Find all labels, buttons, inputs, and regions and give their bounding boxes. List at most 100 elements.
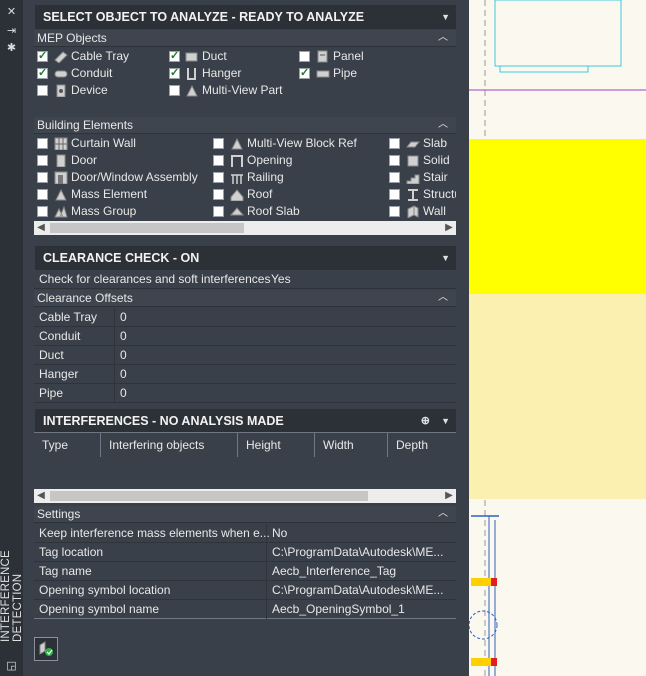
chevron-up-icon[interactable]: ︿ [438, 290, 448, 306]
checkbox-duct[interactable] [169, 49, 180, 62]
checkbox-stair[interactable] [389, 172, 400, 183]
settings-row-value[interactable]: Aecb_Interference_Tag [272, 564, 396, 578]
scroll-left-icon[interactable]: ◀ [34, 489, 48, 503]
settings-row[interactable]: Keep interference mass elements when e..… [34, 524, 456, 543]
clearance-toggle-row[interactable]: Check for clearances and soft interferen… [34, 270, 456, 289]
settings-row-value[interactable]: No [272, 526, 287, 540]
offset-row[interactable]: Duct 0 [34, 346, 456, 365]
checkbox-hanger[interactable] [169, 66, 180, 79]
building-item-label: Slab [423, 136, 448, 150]
wall-icon [407, 205, 419, 218]
collapse-icon[interactable]: ⇥ [5, 25, 18, 37]
column-header-height[interactable]: Height [238, 433, 315, 457]
drawing-canvas[interactable] [469, 0, 646, 676]
building-item-label: Door/Window Assembly [71, 170, 198, 184]
settings-row[interactable]: Tag location C:\ProgramData\Autodesk\ME.… [34, 543, 456, 562]
checkbox-roof-slab[interactable] [213, 206, 224, 217]
building-item-label: Mass Element [71, 187, 148, 201]
settings-row-label: Opening symbol location [39, 583, 171, 597]
column-header-width[interactable]: Width [315, 433, 388, 457]
mep-item-label: Device [71, 83, 108, 97]
checkbox-cable-tray[interactable] [37, 49, 48, 62]
checkbox-panel[interactable] [299, 51, 310, 62]
scroll-left-icon[interactable]: ◀ [34, 221, 48, 235]
offset-value[interactable]: 0 [120, 386, 127, 400]
building-elements-scrollbar[interactable]: ◀ ▶ [34, 221, 456, 235]
offset-value[interactable]: 0 [120, 348, 127, 362]
column-separator [266, 562, 267, 581]
scroll-thumb[interactable] [50, 491, 368, 501]
building-elements-section[interactable]: Building Elements ︿ [34, 117, 456, 134]
settings-row[interactable]: Opening symbol location C:\ProgramData\A… [34, 581, 456, 600]
offset-value[interactable]: 0 [120, 310, 127, 324]
clearance-offsets-section[interactable]: Clearance Offsets ︿ [34, 290, 456, 307]
checkbox-door[interactable] [37, 155, 48, 166]
checkbox-curtain-wall[interactable] [37, 138, 48, 149]
settings-label: Settings [37, 507, 81, 521]
close-icon[interactable]: ✕ [5, 6, 18, 18]
offset-value[interactable]: 0 [120, 329, 127, 343]
settings-row-value[interactable]: Aecb_OpeningSymbol_1 [272, 602, 405, 616]
chevron-down-icon[interactable]: ▼ [441, 409, 450, 433]
chevron-up-icon[interactable]: ︿ [438, 506, 448, 522]
interferences-header[interactable]: INTERFERENCES - NO ANALYSIS MADE ⊕ ▼ [35, 409, 456, 433]
offset-row[interactable]: Conduit 0 [34, 327, 456, 346]
palette-title-bar[interactable]: ✕ ⇥ ✱ INTERFERENCE DETECTION ◲ [0, 0, 24, 676]
properties-icon[interactable]: ✱ [5, 42, 18, 54]
checkbox-slab[interactable] [389, 138, 400, 149]
panel-icon [317, 50, 328, 63]
cable-tray-icon [54, 51, 68, 63]
mep-objects-label: MEP Objects [37, 31, 107, 45]
interferences-scrollbar[interactable]: ◀ ▶ [34, 489, 456, 503]
checkbox-roof[interactable] [213, 189, 224, 200]
offset-row[interactable]: Pipe 0 [34, 384, 456, 403]
checkbox-mass-group[interactable] [37, 206, 48, 217]
palette-corner-icon: ◲ [6, 660, 17, 672]
settings-row-value[interactable]: C:\ProgramData\Autodesk\ME... [272, 545, 443, 559]
mep-objects-section[interactable]: MEP Objects ︿ [34, 30, 456, 47]
checkbox-door-window-assembly[interactable] [37, 172, 48, 183]
settings-row-value[interactable]: C:\ProgramData\Autodesk\ME... [272, 583, 443, 597]
checkbox-mass-element[interactable] [37, 189, 48, 200]
column-separator [114, 327, 115, 346]
checkbox-structural-member[interactable] [389, 189, 400, 200]
building-item-label: Roof Slab [247, 204, 300, 218]
select-objects-header[interactable]: SELECT OBJECT TO ANALYZE - READY TO ANAL… [35, 5, 456, 29]
column-header-depth[interactable]: Depth [388, 433, 456, 457]
scroll-thumb[interactable] [50, 223, 244, 233]
mep-item-label: Conduit [71, 66, 113, 80]
scroll-right-icon[interactable]: ▶ [442, 489, 456, 503]
checkbox-multi-view-part[interactable] [169, 85, 180, 96]
chevron-up-icon[interactable]: ︿ [438, 117, 448, 133]
column-header-interfering-objects[interactable]: Interfering objects [101, 433, 238, 457]
offset-row[interactable]: Cable Tray 0 [34, 308, 456, 327]
run-analysis-button[interactable] [34, 637, 58, 661]
scroll-right-icon[interactable]: ▶ [442, 221, 456, 235]
clearance-check-header[interactable]: CLEARANCE CHECK - ON ▼ [35, 246, 456, 270]
zoom-icon[interactable]: ⊕ [421, 409, 430, 433]
checkbox-multi-view-block-ref[interactable] [213, 138, 224, 149]
clearance-toggle-value[interactable]: Yes [271, 272, 291, 286]
checkbox-railing[interactable] [213, 172, 224, 183]
chevron-down-icon[interactable]: ▼ [441, 5, 450, 29]
settings-row[interactable]: Tag name Aecb_Interference_Tag [34, 562, 456, 581]
interferences-table-body [34, 457, 456, 487]
settings-section[interactable]: Settings ︿ [34, 506, 456, 523]
checkbox-wall[interactable] [389, 206, 400, 217]
offset-label: Duct [39, 348, 64, 362]
offset-row[interactable]: Hanger 0 [34, 365, 456, 384]
mass-element-icon [55, 188, 67, 201]
settings-row[interactable]: Opening symbol name Aecb_OpeningSymbol_1 [34, 600, 456, 619]
checkbox-opening[interactable] [213, 155, 224, 166]
column-separator [114, 365, 115, 384]
chevron-up-icon[interactable]: ︿ [438, 30, 448, 46]
checkbox-solid[interactable] [389, 155, 400, 166]
chevron-down-icon[interactable]: ▼ [441, 246, 450, 270]
checkbox-conduit[interactable] [37, 66, 48, 79]
multi-view-part-icon [186, 84, 198, 97]
checkbox-pipe[interactable] [299, 66, 310, 79]
column-header-type[interactable]: Type [34, 433, 101, 457]
checkbox-device[interactable] [37, 85, 48, 96]
slab-icon [406, 141, 420, 148]
offset-value[interactable]: 0 [120, 367, 127, 381]
